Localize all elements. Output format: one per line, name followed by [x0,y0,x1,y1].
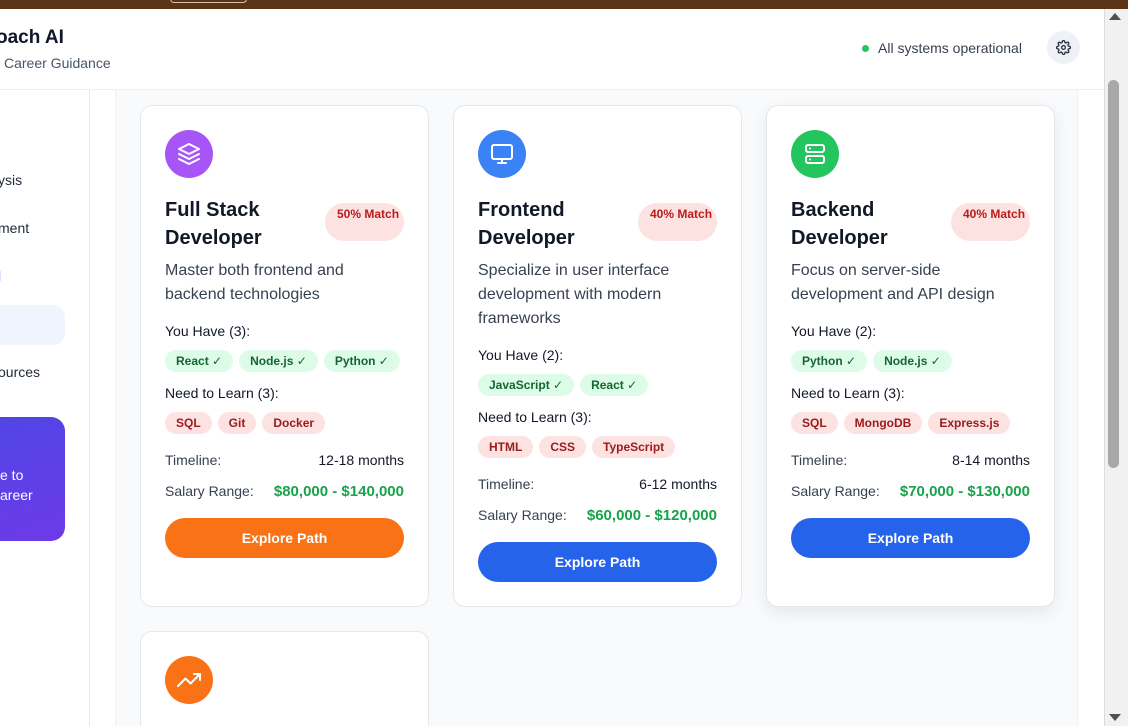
career-card-frontend: Frontend Developer 40% Match Specialize … [453,105,742,607]
layers-icon [178,143,200,165]
career-card-partial [140,631,429,726]
scroll-up-arrow-icon[interactable] [1109,13,1121,20]
skill-chip-learn: TypeScript [592,436,676,458]
skill-chip-have: React ✓ [165,350,234,372]
card-icon-container [165,656,213,704]
skill-chip-learn: MongoDB [843,412,923,434]
card-icon-container [791,130,839,178]
card-icon-container [478,130,526,178]
salary-row: Salary Range: $70,000 - $130,000 [791,483,1030,500]
you-have-label: You Have (2): [478,347,564,363]
promo-card[interactable]: e to areer [0,417,65,541]
career-card-full-stack: Full Stack Developer 50% Match Master bo… [140,105,429,607]
trending-up-icon [177,673,201,687]
main-content: Full Stack Developer 50% Match Master bo… [115,90,1078,726]
timeline-label: Timeline: [165,452,222,468]
need-to-learn-skills: HTML CSS TypeScript [478,436,676,458]
skill-chip-learn: HTML [478,436,534,458]
skill-chip-have: Python ✓ [323,350,400,372]
timeline-value: 12-18 months [318,452,404,468]
salary-value: $70,000 - $130,000 [899,483,1030,500]
explore-path-button[interactable]: Explore Path [478,542,717,582]
match-badge: 40% Match [638,203,717,241]
brand-subtitle: Career Guidance [4,55,111,71]
skill-chip-learn: CSS [539,436,587,458]
sidebar-item-partial[interactable]: l [0,268,1,284]
salary-value: $80,000 - $140,000 [273,483,404,500]
sidebar-item-active[interactable] [0,305,65,345]
salary-label: Salary Range: [478,507,567,523]
timeline-value: 6-12 months [639,476,717,492]
explore-path-button[interactable]: Explore Path [791,518,1030,558]
skill-chip-learn: SQL [165,412,212,434]
app-header: oach AI Career Guidance All systems oper… [0,9,1104,90]
you-have-label: You Have (3): [165,323,251,339]
you-have-skills: React ✓ Node.js ✓ Python ✓ [165,350,400,372]
system-status: All systems operational [862,40,1022,56]
settings-button[interactable] [1047,31,1080,64]
you-have-label: You Have (2): [791,323,877,339]
skill-chip-have: Node.js ✓ [873,350,952,372]
skill-chip-have: React ✓ [580,374,649,396]
skill-chip-have: JavaScript ✓ [478,374,575,396]
monitor-icon [491,144,513,164]
need-to-learn-label: Need to Learn (3): [791,385,905,401]
skill-chip-learn: Git [217,412,257,434]
career-title: Full Stack Developer [165,199,262,249]
career-description: Master both frontend and backend technol… [165,262,344,303]
salary-label: Salary Range: [791,483,880,499]
scroll-thumb[interactable] [1108,80,1119,468]
card-icon-container [165,130,213,178]
career-card-backend: Backend Developer 40% Match Focus on ser… [766,105,1055,607]
timeline-label: Timeline: [478,476,535,492]
need-to-learn-skills: SQL Git Docker [165,412,326,434]
career-description: Specialize in user interface development… [478,262,670,327]
sidebar-item-assessment[interactable]: ment [0,220,29,236]
skill-chip-learn: Docker [262,412,326,434]
timeline-row: Timeline: 12-18 months [165,452,404,468]
promo-line-2: areer [0,487,33,503]
browser-top-strip [0,0,1128,9]
status-dot-icon [862,44,869,52]
promo-line-1: e to [0,467,24,483]
skill-chip-have: Node.js ✓ [239,350,318,372]
timeline-label: Timeline: [791,452,848,468]
timeline-value: 8-14 months [952,452,1030,468]
sidebar-item-analysis[interactable]: ysis [0,172,22,188]
timeline-row: Timeline: 6-12 months [478,476,717,492]
browser-tab[interactable] [170,0,247,3]
match-badge: 40% Match [951,203,1030,241]
need-to-learn-skills: SQL MongoDB Express.js [791,412,1011,434]
match-badge: 50% Match [325,203,404,241]
skill-chip-learn: Express.js [928,412,1011,434]
status-text: All systems operational [878,40,1022,56]
career-description: Focus on server-side development and API… [791,262,995,303]
you-have-skills: JavaScript ✓ React ✓ [478,374,649,396]
need-to-learn-label: Need to Learn (3): [478,409,592,425]
salary-row: Salary Range: $60,000 - $120,000 [478,507,717,524]
gear-icon [1056,40,1071,55]
salary-value: $60,000 - $120,000 [586,507,717,524]
need-to-learn-label: Need to Learn (3): [165,385,279,401]
timeline-row: Timeline: 8-14 months [791,452,1030,468]
skill-chip-have: Python ✓ [791,350,868,372]
skill-chip-learn: SQL [791,412,838,434]
page-scrollbar[interactable] [1104,9,1128,726]
career-title: Backend Developer [791,199,888,249]
brand-title: oach AI [0,27,64,48]
sidebar: ysis ment l ources e to areer [0,90,90,726]
server-icon [805,144,825,164]
sidebar-item-resources[interactable]: ources [0,364,40,380]
you-have-skills: Python ✓ Node.js ✓ [791,350,952,372]
explore-path-button[interactable]: Explore Path [165,518,404,558]
salary-label: Salary Range: [165,483,254,499]
career-title: Frontend Developer [478,199,575,249]
scroll-down-arrow-icon[interactable] [1109,714,1121,721]
salary-row: Salary Range: $80,000 - $140,000 [165,483,404,500]
